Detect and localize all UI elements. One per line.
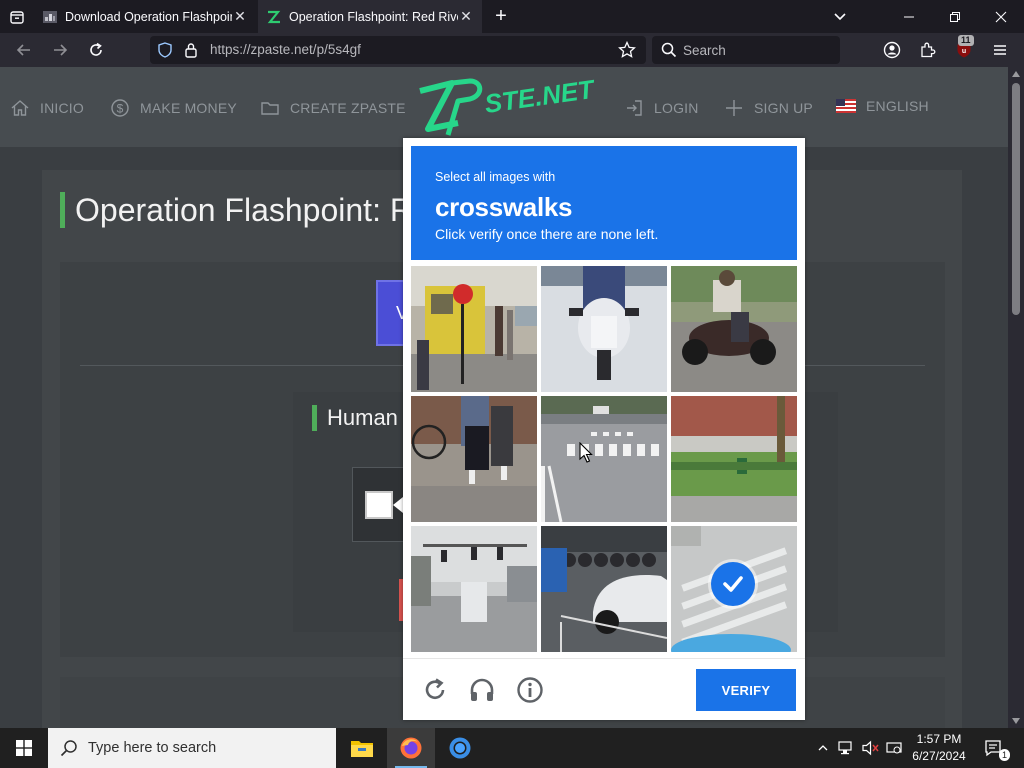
captcha-footer-divider — [403, 658, 805, 659]
plus-icon — [726, 100, 742, 116]
page-favicon-icon — [42, 9, 58, 25]
tab-close-icon[interactable]: ✕ — [458, 8, 474, 25]
search-icon — [661, 42, 677, 63]
headphones-icon[interactable] — [468, 676, 496, 704]
scroll-thumb[interactable] — [1012, 83, 1020, 315]
nav-label: INICIO — [40, 100, 84, 116]
nav-label: CREATE ZPASTE — [290, 100, 406, 116]
popup-pointer — [393, 497, 403, 513]
account-icon[interactable] — [880, 38, 904, 62]
tab-operation-flashpoint[interactable]: Operation Flashpoint: Red River ✕ — [258, 0, 482, 33]
captcha-tile[interactable] — [541, 526, 667, 652]
taskbar-search-box[interactable]: Type here to search — [48, 728, 336, 768]
file-explorer-icon[interactable] — [338, 728, 386, 768]
selected-check-icon — [711, 562, 755, 606]
tab-download[interactable]: Download Operation Flashpoint: Red River… — [34, 0, 256, 33]
system-clock[interactable]: 1:57 PM 6/27/2024 — [904, 731, 974, 765]
nav-inicio[interactable]: INICIO — [10, 98, 84, 118]
prompt-target: crosswalks — [435, 192, 573, 222]
refresh-icon[interactable] — [421, 676, 449, 704]
nav-login[interactable]: LOGIN — [624, 98, 699, 118]
tab-close-icon[interactable]: ✕ — [232, 8, 248, 25]
captcha-image-grid — [411, 266, 797, 652]
chrome-app-icon[interactable] — [436, 728, 484, 768]
nav-create-zpaste[interactable]: CREATE ZPASTE — [260, 98, 406, 118]
scroll-down-icon[interactable] — [1012, 718, 1020, 724]
search-placeholder: Search — [683, 43, 726, 58]
display-settings-icon[interactable] — [884, 728, 904, 768]
prompt-line: Select all images with — [435, 170, 556, 184]
svg-text:$: $ — [117, 102, 124, 116]
captcha-tile[interactable] — [411, 396, 537, 522]
captcha-prompt: Select all images with crosswalks Click … — [411, 146, 797, 260]
captcha-tile[interactable] — [671, 266, 797, 392]
new-tab-icon[interactable]: + — [490, 5, 512, 27]
close-window-icon[interactable] — [978, 0, 1024, 33]
reload-icon[interactable] — [84, 38, 108, 62]
site-navigation: INICIO $ MAKE MONEY CREATE ZPASTE LOGIN … — [0, 67, 1008, 147]
network-icon[interactable] — [836, 728, 856, 768]
home-icon — [11, 100, 29, 116]
firefox-icon[interactable] — [387, 728, 435, 768]
us-flag-icon — [836, 99, 856, 113]
nav-label: SIGN UP — [754, 100, 813, 116]
taskbar-search-placeholder: Type here to search — [88, 740, 217, 756]
notification-count-badge: 1 — [999, 749, 1010, 761]
back-arrow-icon[interactable] — [12, 38, 36, 62]
captcha-tile[interactable] — [411, 526, 537, 652]
volume-muted-icon[interactable] — [860, 728, 882, 768]
info-icon[interactable] — [516, 676, 544, 704]
dollar-icon: $ — [111, 99, 129, 117]
search-icon — [60, 739, 78, 762]
nav-sign-up[interactable]: SIGN UP — [724, 98, 813, 118]
nav-label: ENGLISH — [866, 98, 929, 114]
forward-arrow-icon[interactable] — [48, 38, 72, 62]
extensions-puzzle-icon[interactable] — [916, 38, 940, 62]
captcha-tile[interactable] — [411, 266, 537, 392]
clock-time: 1:57 PM — [916, 732, 962, 746]
captcha-tile[interactable] — [541, 396, 667, 522]
url-text: https://zpaste.net/p/5s4gf — [210, 42, 361, 57]
prompt-hint: Click verify once there are none left. — [435, 226, 659, 242]
captcha-tile[interactable] — [671, 396, 797, 522]
tab-list-icon[interactable] — [6, 6, 28, 28]
scroll-up-icon[interactable] — [1012, 71, 1020, 77]
nav-make-money[interactable]: $ MAKE MONEY — [110, 98, 237, 118]
zpaste-logo[interactable]: STE.NET — [412, 73, 602, 145]
captcha-tile[interactable] — [541, 266, 667, 392]
nav-label: MAKE MONEY — [140, 100, 237, 116]
folder-icon — [261, 102, 279, 115]
browser-search-field[interactable]: Search — [652, 36, 840, 64]
mouse-cursor-icon — [579, 441, 595, 464]
extension-count-badge: 11 — [958, 35, 974, 46]
browser-tab-strip: Download Operation Flashpoint: Red River… — [0, 0, 1024, 33]
chevron-down-icon[interactable] — [832, 8, 848, 29]
lock-icon[interactable] — [184, 42, 198, 63]
restore-icon[interactable] — [932, 0, 978, 33]
nav-english[interactable]: ENGLISH — [836, 98, 929, 114]
captcha-challenge: Select all images with crosswalks Click … — [403, 138, 805, 720]
tray-overflow-chevron-icon[interactable] — [814, 728, 832, 768]
browser-navigation-bar: https://zpaste.net/p/5s4gf Search u 11 — [0, 33, 1024, 67]
tab-title: Download Operation Flashpoint: Red River — [65, 9, 232, 24]
page-scrollbar[interactable] — [1008, 67, 1024, 728]
svg-text:STE.NET: STE.NET — [483, 74, 598, 119]
svg-text:u: u — [962, 48, 966, 55]
windows-start-icon[interactable] — [0, 728, 48, 768]
login-icon — [627, 100, 642, 116]
clock-date: 6/27/2024 — [912, 749, 966, 763]
minimize-icon[interactable] — [886, 0, 932, 33]
tab-title: Operation Flashpoint: Red River — [289, 9, 458, 24]
windows-taskbar: Type here to search 1:57 PM 6/27/2024 1 — [0, 728, 1024, 768]
verify-button[interactable]: VERIFY — [696, 669, 796, 711]
captcha-checkbox[interactable] — [365, 491, 393, 519]
address-bar[interactable]: https://zpaste.net/p/5s4gf — [150, 36, 646, 64]
notification-center-icon[interactable] — [980, 728, 1006, 768]
nav-label: LOGIN — [654, 100, 699, 116]
tracking-shield-icon[interactable] — [157, 42, 173, 63]
hamburger-menu-icon[interactable] — [988, 38, 1012, 62]
zpaste-favicon-icon — [266, 9, 282, 25]
bookmark-star-icon[interactable] — [618, 40, 636, 64]
